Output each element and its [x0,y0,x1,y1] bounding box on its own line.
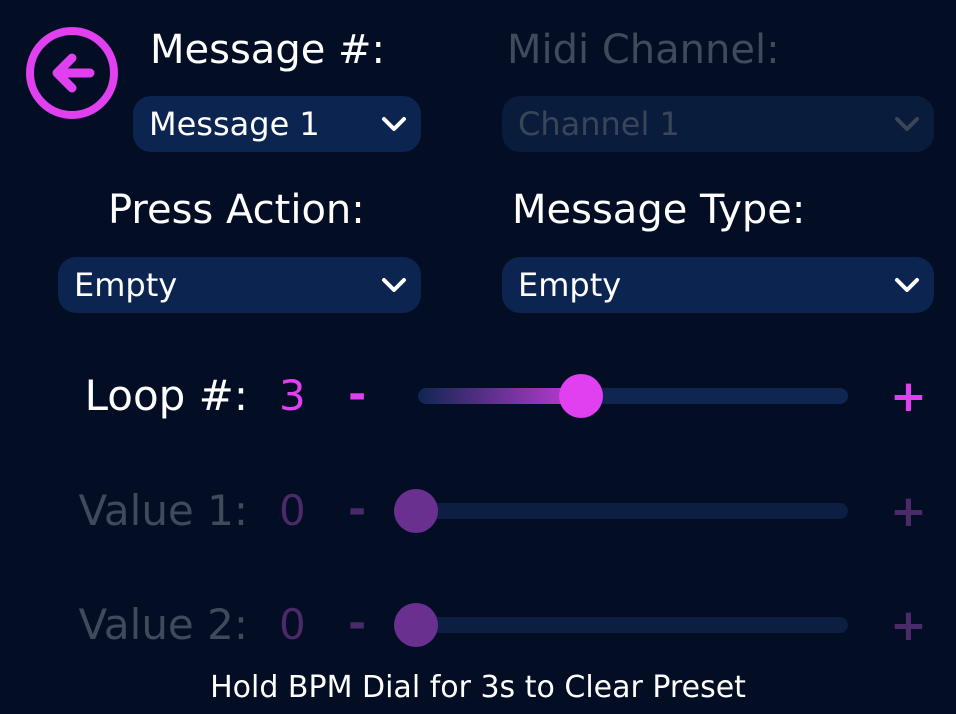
value2-slider-thumb [394,603,438,647]
back-button[interactable] [24,25,120,121]
chevron-down-icon [894,276,920,294]
value1-decrement-button: - [348,484,367,535]
message-type-value: Empty [518,266,622,304]
loop-slider-fill [418,388,582,404]
footer-hint: Hold BPM Dial for 3s to Clear Preset [210,670,746,705]
chevron-down-icon [381,276,407,294]
midi-channel-select: Channel 1 [502,96,934,152]
value1-slider-thumb [394,489,438,533]
loop-label: Loop #: [84,371,248,420]
value2-increment-button: + [890,600,927,651]
value2-label: Value 2: [78,600,248,649]
loop-slider-thumb[interactable] [559,374,604,418]
message-type-select[interactable]: Empty [502,257,934,313]
value1-label: Value 1: [78,486,248,535]
value1-slider [394,489,848,533]
midi-channel-label: Midi Channel: [507,27,780,73]
value1-increment-button: + [890,486,927,537]
value1-value: 0 [279,486,306,535]
loop-increment-button[interactable]: + [890,372,927,422]
value2-decrement-button: - [348,598,367,649]
chevron-down-icon [894,115,920,133]
arrow-left-circle-icon [26,27,118,119]
message-number-select[interactable]: Message 1 [133,96,421,152]
message-number-label: Message #: [150,27,386,73]
press-action-select[interactable]: Empty [58,257,421,313]
value2-slider [394,603,848,647]
press-action-value: Empty [74,266,178,304]
message-type-label: Message Type: [512,187,806,233]
message-number-value: Message 1 [149,105,320,143]
value2-value: 0 [279,600,306,649]
chevron-down-icon [381,115,407,133]
loop-decrement-button[interactable]: - [348,370,366,420]
loop-value: 3 [279,371,306,420]
midi-channel-value: Channel 1 [518,105,680,143]
press-action-label: Press Action: [108,187,365,233]
loop-slider[interactable] [418,374,848,418]
